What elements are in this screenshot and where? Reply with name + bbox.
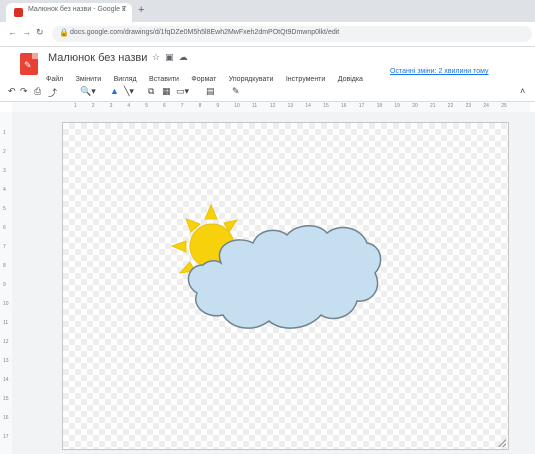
move-to-folder-icon[interactable]: ▣ [165,52,179,62]
address-bar-row: ← → ↻ 🔒 docs.google.com/drawings/d/1fqDZ… [0,22,535,47]
zoom-icon[interactable]: 🔍▾ [80,86,96,97]
ruler-tick-label: 13 [3,358,9,364]
drawings-favicon-icon [14,8,23,17]
ruler-tick-label: 5 [145,103,148,109]
header-icons: ☆▣☁ [152,52,193,63]
logo-fold [32,53,38,59]
sun-ray [170,240,187,253]
ruler-tick-label: 3 [3,168,6,174]
last-edit-link[interactable]: Останні зміни: 2 хвилини тому [390,68,489,75]
pen-icon[interactable]: ✎ [232,86,240,97]
ruler-tick-label: 17 [358,103,365,109]
menu-edit[interactable]: Змінити [76,76,102,83]
comment-icon[interactable]: ▤ [206,86,215,97]
ruler-tick-label: 4 [127,103,131,109]
forward-button[interactable]: → [22,27,31,37]
ruler-tick-label: 17 [3,434,9,440]
menu-arrange[interactable]: Упорядкувати [229,76,274,83]
ruler-tick-label: 16 [3,415,9,421]
collapse-menus-icon[interactable]: ˄ [520,86,525,96]
ruler-tick-label: 10 [234,103,240,109]
ruler-tick-label: 10 [3,301,9,307]
menu-help[interactable]: Довідка [338,76,363,83]
image-tool-icon[interactable]: ▦ [162,86,171,97]
ruler-tick-label: 13 [287,103,294,109]
line-tool-icon[interactable]: ╲▾ [124,86,134,97]
shape-tool-icon[interactable]: ⧉ [148,86,154,97]
ruler-tick-label: 19 [394,103,400,109]
undo-icon[interactable]: ↶ [8,86,16,97]
ruler-tick-label: 11 [3,320,9,326]
ruler-tick-label: 9 [216,103,220,109]
ruler-tick-label: 4 [3,187,6,193]
drawings-logo-icon: ✎ [24,60,32,70]
cloud-status-icon[interactable]: ☁ [179,52,193,62]
ruler-tick-label: 22 [447,103,454,109]
google-drawings-logo[interactable]: ✎ [20,53,38,75]
ruler-tick-label: 21 [430,103,436,109]
ruler-tick-label: 25 [501,103,507,109]
sun-ray [204,203,218,220]
new-tab-button[interactable]: + [138,4,144,16]
menu-tools[interactable]: Інструменти [286,76,325,83]
reload-button[interactable]: ↻ [36,27,44,38]
drawing-artwork [170,203,382,329]
back-button[interactable]: ← [8,27,17,37]
ruler-tick-label: 6 [163,103,166,109]
browser-tab-strip: Малюнок без назви - Google Т × + [0,0,535,22]
select-arrow-icon[interactable]: ▲ [110,86,119,96]
menu-bar: Файл Змінити Вигляд Вставити Формат Упор… [46,68,371,83]
ruler-tick-label: 20 [412,103,418,109]
lock-icon: 🔒 [59,28,69,37]
menu-file[interactable]: Файл [46,76,63,83]
ruler-tick-label: 1 [74,103,77,109]
ruler-tick-label: 8 [198,103,202,109]
document-title[interactable]: Малюнок без назви [48,52,147,64]
browser-tab-title: Малюнок без назви - Google Т [28,6,127,13]
ruler-tick-label: 15 [3,396,9,402]
menu-view[interactable]: Вигляд [114,76,137,83]
star-icon[interactable]: ☆ [152,52,165,62]
ruler-tick-label: 16 [341,103,347,109]
ruler-tick-label: 7 [180,103,184,109]
ruler-tick-label: 9 [3,282,6,288]
ruler-tick-label: 24 [483,103,489,109]
ruler-tick-label: 8 [3,263,6,269]
ruler-tick-label: 7 [3,244,6,250]
menu-insert[interactable]: Вставити [149,76,179,83]
ruler-tick-label: 14 [3,377,9,383]
ruler-tick-label: 3 [109,103,113,109]
resize-handle-icon[interactable] [498,439,506,447]
canvas-workspace [12,112,535,454]
redo-icon[interactable]: ↷ [20,86,28,97]
ruler-tick-label: 11 [252,103,258,109]
ruler-tick-label: 15 [323,103,329,109]
close-tab-icon[interactable]: × [121,5,126,14]
address-bar[interactable]: 🔒 docs.google.com/drawings/d/1fqDZe0M5h5… [52,26,532,42]
ruler-tick-label: 1 [3,130,6,136]
toolbar: ↶ ↷ ⎙ ⤴ 🔍▾ ▲ ╲▾ ⧉ ▦ ▭▾ ▤ ✎ ˄ [0,83,535,102]
ruler-tick-label: 12 [269,103,276,109]
print-icon[interactable]: ⎙ [34,86,41,97]
textbox-tool-icon[interactable]: ▭▾ [176,86,189,97]
ruler-tick-label: 23 [465,103,472,109]
ruler-tick-label: 12 [3,339,9,345]
ruler-tick-label: 18 [376,103,383,109]
ruler-tick-label: 5 [3,206,6,212]
menu-format[interactable]: Формат [191,76,216,83]
drawing-canvas[interactable] [62,122,509,450]
ruler-tick-label: 2 [91,103,95,109]
url-text: docs.google.com/drawings/d/1fqDZe0M5h5l8… [70,29,340,36]
browser-tab[interactable]: Малюнок без назви - Google Т × [6,3,132,22]
app-header: ✎ Малюнок без назви ☆▣☁ Файл Змінити Виг… [0,47,535,83]
ruler-tick-label: 2 [3,149,6,155]
ruler-tick-label: 14 [305,103,311,109]
paint-format-icon[interactable]: ⤴ [48,86,57,99]
ruler-tick-label: 6 [3,225,6,231]
